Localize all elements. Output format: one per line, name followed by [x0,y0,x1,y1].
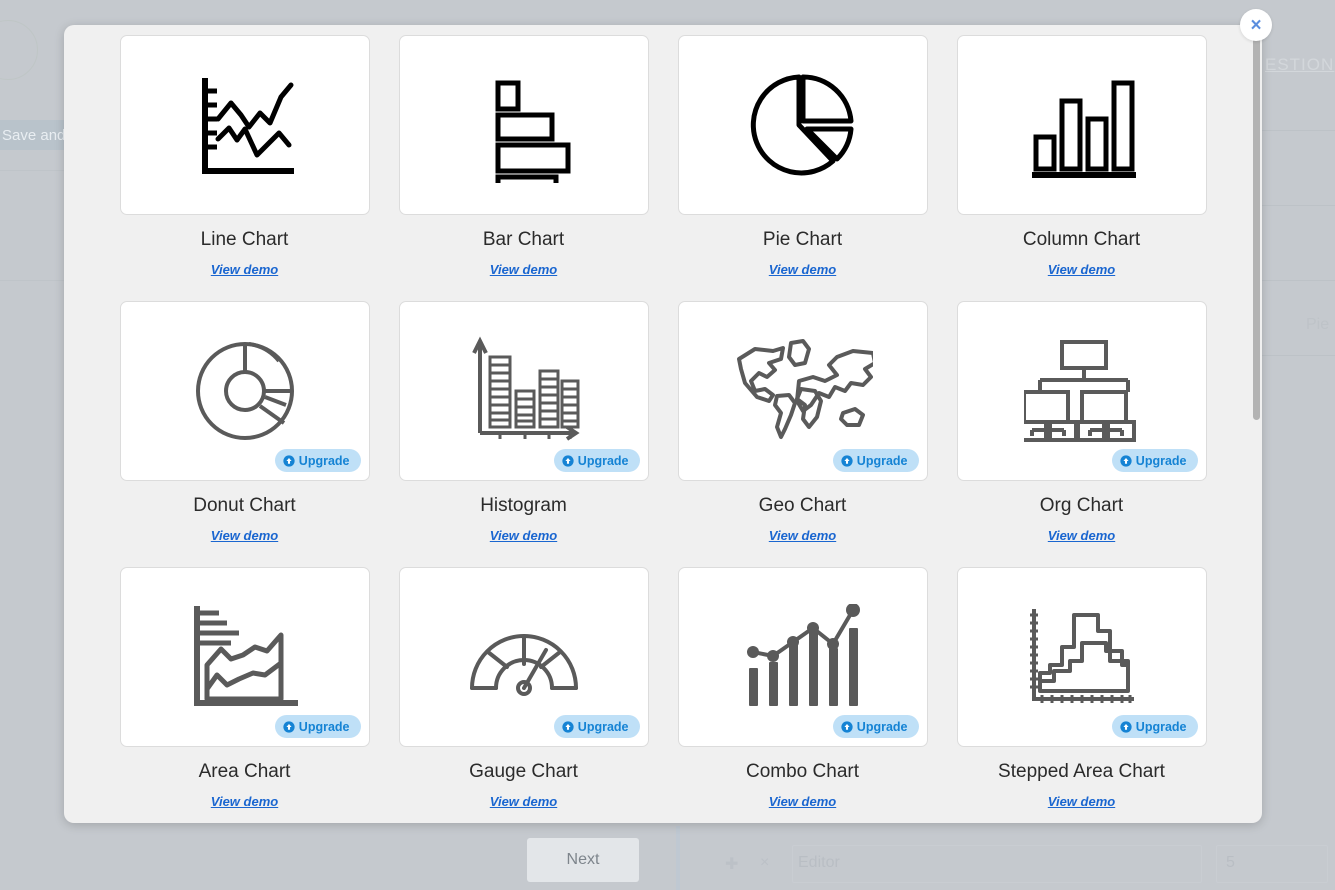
upgrade-badge[interactable]: Upgrade [553,449,640,472]
chart-type-picker-modal: Line Chart View demo Bar Chart View demo P… [64,25,1262,823]
upgrade-badge[interactable]: Upgrade [832,715,919,738]
upgrade-badge[interactable]: Upgrade [553,715,640,738]
chart-type-item-gauge-chart: Upgrade Gauge Chart View demo [393,567,654,809]
upgrade-arrow-icon [283,454,295,467]
move-icon: ✚ [725,856,739,873]
chart-type-item-area-chart: Upgrade Area Chart View demo [114,567,375,809]
chart-type-card-pie-chart[interactable] [677,35,928,215]
view-demo-link[interactable]: View demo [211,528,278,543]
chart-type-card-combo-chart[interactable]: Upgrade [677,567,928,747]
chart-type-title: Pie Chart [762,229,843,250]
upgrade-arrow-icon [1120,454,1132,467]
upgrade-label: Upgrade [1135,453,1187,468]
view-demo-link[interactable]: View demo [490,794,557,809]
upgrade-arrow-icon [841,720,853,733]
view-demo-link[interactable]: View demo [1048,528,1115,543]
chart-type-card-line-chart[interactable] [119,35,370,215]
combo-chart-icon [745,604,861,710]
column-chart-icon [1024,67,1140,183]
chart-type-item-donut-chart: Upgrade Donut Chart View demo [114,301,375,543]
chart-type-card-geo-chart[interactable]: Upgrade [677,301,928,481]
close-icon[interactable]: × [1240,9,1272,41]
view-demo-link[interactable]: View demo [490,262,557,277]
backdrop-pie-label: Pie [1306,316,1330,333]
org-chart-icon [1023,338,1140,444]
upgrade-badge[interactable]: Upgrade [1111,449,1198,472]
line-chart-icon [187,67,303,183]
upgrade-label: Upgrade [298,719,350,734]
chart-type-card-gauge-chart[interactable]: Upgrade [398,567,649,747]
chart-type-item-column-chart: Column Chart View demo [951,35,1212,277]
backdrop-question-label: ESTION [1265,55,1335,74]
chart-type-grid: Line Chart View demo Bar Chart View demo P… [64,25,1262,809]
upgrade-label: Upgrade [298,453,350,468]
next-button[interactable]: Next [527,838,639,882]
chart-type-title: Stepped Area Chart [998,761,1165,782]
scrollbar-thumb[interactable] [1253,30,1260,420]
upgrade-arrow-icon [562,454,574,467]
chart-type-title: Histogram [480,495,567,516]
upgrade-label: Upgrade [1135,719,1187,734]
upgrade-badge[interactable]: Upgrade [832,449,919,472]
upgrade-label: Upgrade [856,719,908,734]
upgrade-arrow-icon [283,720,295,733]
view-demo-link[interactable]: View demo [490,528,557,543]
chart-type-title: Geo Chart [758,495,847,516]
geo-chart-icon [733,339,873,443]
chart-type-card-bar-chart[interactable] [398,35,649,215]
chart-type-title: Bar Chart [482,229,565,250]
chart-type-title: Column Chart [1022,229,1141,250]
upgrade-label: Upgrade [577,453,629,468]
histogram-icon [466,333,582,449]
view-demo-link[interactable]: View demo [769,262,836,277]
upgrade-badge[interactable]: Upgrade [1111,715,1198,738]
pie-chart-icon [745,67,861,183]
backdrop-bottom-rail [676,826,680,890]
donut-chart-icon [187,333,303,449]
view-demo-link[interactable]: View demo [769,528,836,543]
upgrade-badge[interactable]: Upgrade [274,449,361,472]
upgrade-badge[interactable]: Upgrade [274,715,361,738]
chart-type-item-stepped-area-chart: Upgrade Stepped Area Chart View demo [951,567,1212,809]
bar-chart-icon [466,67,582,183]
chart-type-card-org-chart[interactable]: Upgrade [956,301,1207,481]
chart-type-item-histogram: Upgrade Histogram View demo [393,301,654,543]
chart-type-item-line-chart: Line Chart View demo [114,35,375,277]
chart-type-item-combo-chart: Upgrade Combo Chart View demo [672,567,933,809]
stepped-area-chart-icon [1024,603,1140,711]
upgrade-label: Upgrade [856,453,908,468]
view-demo-link[interactable]: View demo [211,794,278,809]
count-value: 5 [1226,854,1235,871]
editor-field[interactable] [792,845,1202,883]
chart-type-title: Gauge Chart [469,761,578,782]
upgrade-label: Upgrade [577,719,629,734]
chart-type-card-area-chart[interactable]: Upgrade [119,567,370,747]
chart-type-item-org-chart: Upgrade Org Chart View demo [951,301,1212,543]
chart-type-card-stepped-area-chart[interactable]: Upgrade [956,567,1207,747]
view-demo-link[interactable]: View demo [1048,794,1115,809]
chart-type-title: Combo Chart [746,761,859,782]
chart-type-title: Org Chart [1039,495,1124,516]
gauge-chart-icon [466,616,582,698]
close-icon: × [760,854,770,871]
chart-type-title: Donut Chart [193,495,296,516]
chart-type-card-histogram[interactable]: Upgrade [398,301,649,481]
editor-placeholder: Editor [798,854,840,871]
upgrade-arrow-icon [1120,720,1132,733]
area-chart-icon [187,603,303,711]
view-demo-link[interactable]: View demo [211,262,278,277]
modal-scroll-area[interactable]: Line Chart View demo Bar Chart View demo P… [64,25,1262,823]
backdrop-avatar-circle [0,20,38,80]
chart-type-item-geo-chart: Upgrade Geo Chart View demo [672,301,933,543]
upgrade-arrow-icon [562,720,574,733]
chart-type-item-bar-chart: Bar Chart View demo [393,35,654,277]
chart-type-item-pie-chart: Pie Chart View demo [672,35,933,277]
chart-type-card-donut-chart[interactable]: Upgrade [119,301,370,481]
view-demo-link[interactable]: View demo [1048,262,1115,277]
view-demo-link[interactable]: View demo [769,794,836,809]
upgrade-arrow-icon [841,454,853,467]
chart-type-card-column-chart[interactable] [956,35,1207,215]
chart-type-title: Area Chart [198,761,291,782]
chart-type-title: Line Chart [200,229,289,250]
